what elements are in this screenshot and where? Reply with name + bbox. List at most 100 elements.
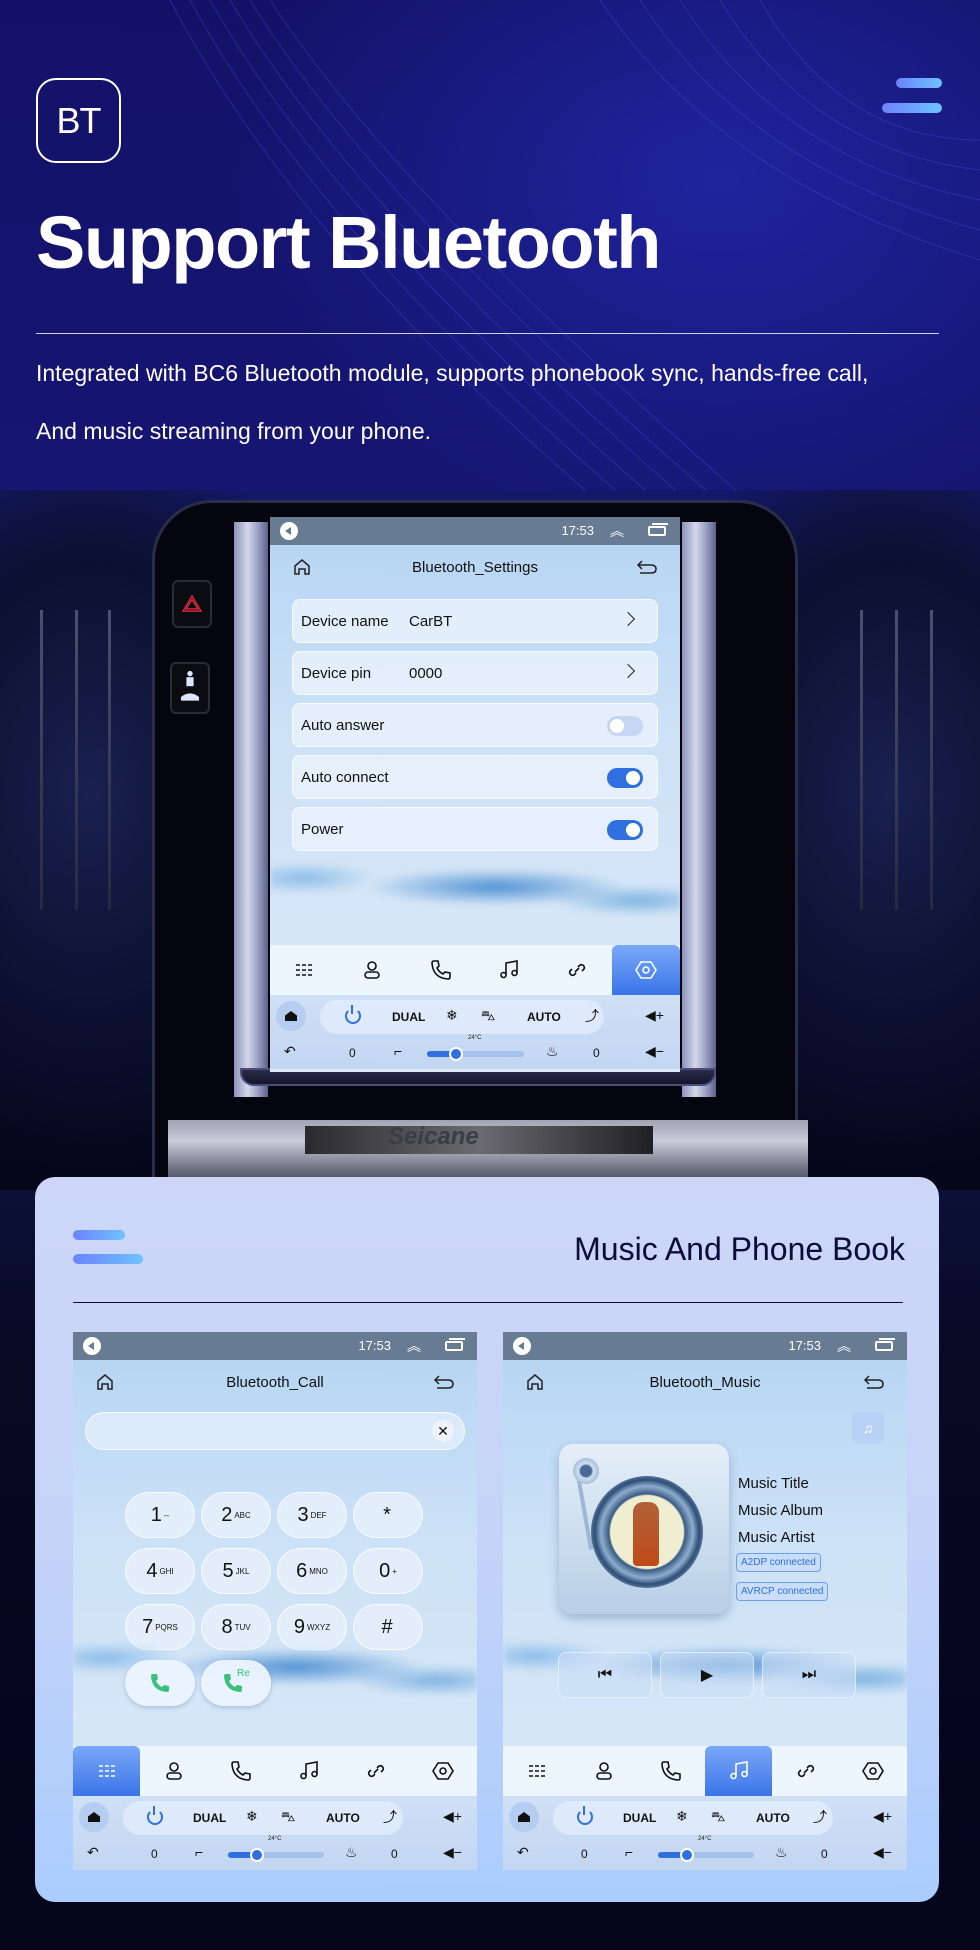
tab-link[interactable] <box>342 1746 409 1796</box>
seat-icon[interactable]: ⌐ <box>195 1844 203 1860</box>
tab-settings[interactable] <box>840 1746 907 1796</box>
power-icon[interactable] <box>147 1806 163 1825</box>
volume-icon[interactable] <box>280 522 298 540</box>
auto-button[interactable]: AUTO <box>527 1010 561 1024</box>
dial-key[interactable]: * <box>353 1492 423 1538</box>
undo-icon[interactable]: ↶ <box>284 1043 296 1060</box>
volume-down-icon[interactable]: ◀− <box>443 1844 462 1861</box>
setting-device-name[interactable]: Device name CarBT <box>292 599 658 643</box>
music-source-button[interactable]: ♫ <box>852 1412 884 1444</box>
chevron-up-icon[interactable]: ︽ <box>837 1336 851 1356</box>
fan-speed-slider[interactable] <box>228 1848 324 1862</box>
dial-number-field[interactable]: ✕ <box>85 1412 465 1450</box>
recent-apps-icon[interactable] <box>875 1338 895 1351</box>
tab-call-log[interactable] <box>208 1746 275 1796</box>
snowflake-icon[interactable]: ❄ <box>676 1808 688 1825</box>
dial-key[interactable]: 3 DEF <box>277 1492 347 1538</box>
redial-button[interactable]: Re <box>201 1660 271 1706</box>
dial-key[interactable]: 2 ABC <box>201 1492 271 1538</box>
auto-button[interactable]: AUTO <box>326 1811 360 1825</box>
status-bar: 17:53 ︽ <box>503 1332 907 1360</box>
power-icon[interactable] <box>577 1806 593 1825</box>
next-button[interactable]: ⏭ <box>762 1652 856 1698</box>
undo-icon[interactable]: ↶ <box>517 1844 529 1861</box>
auto-answer-toggle[interactable] <box>607 716 643 736</box>
temperature-label: 24°C <box>698 1836 712 1842</box>
seat-heat-icon[interactable]: ♨ <box>345 1844 358 1861</box>
play-button[interactable]: ▶ <box>660 1652 754 1698</box>
tab-contacts[interactable] <box>570 1746 637 1796</box>
recent-apps-icon[interactable] <box>648 523 668 536</box>
tab-call-log[interactable] <box>638 1746 705 1796</box>
fan-speed-slider[interactable] <box>427 1047 524 1061</box>
volume-up-icon[interactable]: ◀+ <box>645 1007 664 1024</box>
chevron-up-icon[interactable]: ︽ <box>407 1336 421 1356</box>
snowflake-icon[interactable]: ❄ <box>446 1007 458 1024</box>
dial-key[interactable]: 4 GHI <box>125 1548 195 1594</box>
tab-music[interactable] <box>275 1746 342 1796</box>
tab-dialpad[interactable] <box>270 945 338 995</box>
chevron-up-icon[interactable]: ︽ <box>610 521 624 541</box>
fan-icon[interactable] <box>249 1848 264 1862</box>
volume-up-icon[interactable]: ◀+ <box>443 1808 462 1825</box>
tab-music[interactable] <box>475 945 543 995</box>
back-icon[interactable] <box>433 1372 455 1392</box>
setting-device-pin[interactable]: Device pin 0000 <box>292 651 658 695</box>
status-time: 17:53 <box>561 523 594 538</box>
hazard-button <box>172 580 212 628</box>
recirculation-icon[interactable]: ⛍ <box>711 1808 725 1827</box>
dial-key[interactable]: 0 + <box>353 1548 423 1594</box>
fan-speed-slider[interactable] <box>658 1848 754 1862</box>
track-title: Music Title <box>738 1475 809 1492</box>
tab-dialpad[interactable] <box>73 1746 141 1796</box>
seat-heat-icon[interactable]: ♨ <box>546 1043 559 1060</box>
airflow-icon[interactable]: ⤴ <box>585 1006 599 1026</box>
tab-link[interactable] <box>772 1746 839 1796</box>
status-time: 17:53 <box>788 1338 821 1353</box>
back-icon[interactable] <box>863 1372 885 1392</box>
dual-button[interactable]: DUAL <box>623 1811 656 1825</box>
seat-heat-icon[interactable]: ♨ <box>775 1844 788 1861</box>
back-icon[interactable] <box>636 557 658 577</box>
power-icon[interactable] <box>345 1005 361 1024</box>
recirculation-icon[interactable]: ⛍ <box>281 1808 295 1827</box>
call-button[interactable] <box>125 1660 195 1706</box>
tab-settings[interactable] <box>410 1746 477 1796</box>
fan-icon[interactable] <box>679 1848 694 1862</box>
volume-icon[interactable] <box>513 1337 531 1355</box>
volume-up-icon[interactable]: ◀+ <box>873 1808 892 1825</box>
snowflake-icon[interactable]: ❄ <box>246 1808 258 1825</box>
power-toggle[interactable] <box>607 820 643 840</box>
recent-apps-icon[interactable] <box>445 1338 465 1351</box>
auto-button[interactable]: AUTO <box>756 1811 790 1825</box>
recirculation-icon[interactable]: ⛍ <box>481 1007 495 1026</box>
airflow-icon[interactable]: ⤴ <box>383 1807 397 1827</box>
seat-icon[interactable]: ⌐ <box>394 1043 402 1059</box>
tab-link[interactable] <box>543 945 611 995</box>
volume-icon[interactable] <box>83 1337 101 1355</box>
tab-music[interactable] <box>704 1746 773 1796</box>
tab-contacts[interactable] <box>338 945 406 995</box>
tab-contacts[interactable] <box>140 1746 207 1796</box>
clear-icon[interactable]: ✕ <box>432 1420 454 1442</box>
auto-connect-toggle[interactable] <box>607 768 643 788</box>
screen-title: Bluetooth_Settings <box>412 559 538 576</box>
undo-icon[interactable]: ↶ <box>87 1844 99 1861</box>
dial-key[interactable]: 5 JKL <box>201 1548 271 1594</box>
dual-button[interactable]: DUAL <box>193 1811 226 1825</box>
previous-button[interactable]: ⏮ <box>558 1652 652 1698</box>
dial-key[interactable]: 1 -- <box>125 1492 195 1538</box>
seat-icon[interactable]: ⌐ <box>625 1844 633 1860</box>
volume-down-icon[interactable]: ◀− <box>873 1844 892 1861</box>
home-button[interactable] <box>79 1802 109 1832</box>
dual-button[interactable]: DUAL <box>392 1010 425 1024</box>
volume-down-icon[interactable]: ◀− <box>645 1043 664 1060</box>
tab-dialpad[interactable] <box>503 1746 570 1796</box>
home-button[interactable] <box>276 1001 306 1031</box>
home-button[interactable] <box>509 1802 539 1832</box>
tab-settings[interactable] <box>611 945 680 995</box>
fan-icon[interactable] <box>449 1047 464 1061</box>
airflow-icon[interactable]: ⤴ <box>813 1807 827 1827</box>
dial-key[interactable]: 6 MNO <box>277 1548 347 1594</box>
tab-call-log[interactable] <box>407 945 475 995</box>
